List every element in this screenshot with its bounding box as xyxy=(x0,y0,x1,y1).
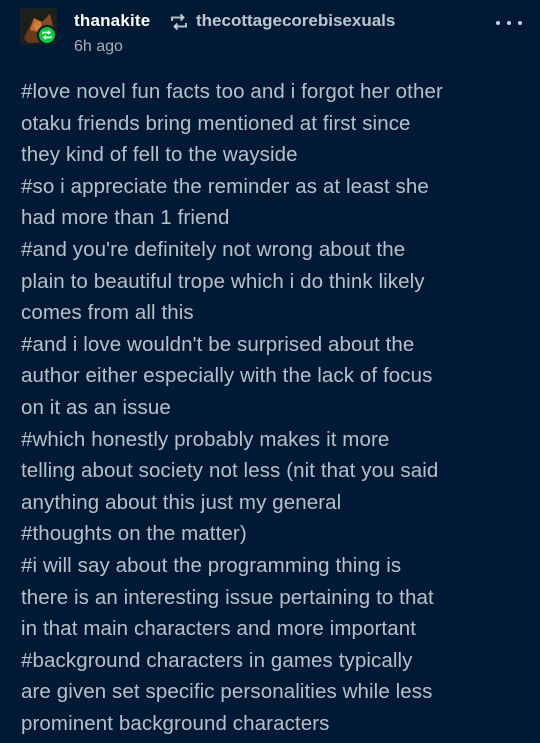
more-horizontal-icon xyxy=(518,21,522,25)
tag-line[interactable]: author either especially with the lack o… xyxy=(21,360,521,392)
reblog-icon xyxy=(169,13,189,31)
tag-list: #love novel fun facts too and i forgot h… xyxy=(21,76,521,739)
tag-line[interactable]: prominent background characters xyxy=(21,708,521,740)
tag-line[interactable]: anything about this just my general xyxy=(21,487,521,519)
tag-line[interactable]: #so i appreciate the reminder as at leas… xyxy=(21,171,521,203)
tag-line[interactable]: are given set specific personalities whi… xyxy=(21,676,521,708)
tag-line[interactable]: #and i love wouldn't be surprised about … xyxy=(21,329,521,361)
reblog-source-link[interactable]: thecottagecorebisexuals xyxy=(196,11,395,31)
tag-line[interactable]: had more than 1 friend xyxy=(21,202,521,234)
tag-line[interactable]: #which honestly probably makes it more xyxy=(21,424,521,456)
tag-line[interactable]: #love novel fun facts too and i forgot h… xyxy=(21,76,521,108)
tag-line[interactable]: comes from all this xyxy=(21,297,521,329)
reblog-badge-icon xyxy=(37,25,57,45)
tag-line[interactable]: #thoughts on the matter) xyxy=(21,518,521,550)
tag-line[interactable]: telling about society not less (nit that… xyxy=(21,455,521,487)
username-link[interactable]: thanakite xyxy=(74,11,150,31)
tag-line[interactable]: #i will say about the programming thing … xyxy=(21,550,521,582)
tag-line[interactable]: in that main characters and more importa… xyxy=(21,613,521,645)
more-options-button[interactable] xyxy=(496,17,522,29)
more-horizontal-icon xyxy=(507,21,511,25)
tag-line[interactable]: #and you're definitely not wrong about t… xyxy=(21,234,521,266)
tag-line[interactable]: they kind of fell to the wayside xyxy=(21,139,521,171)
tag-line[interactable]: there is an interesting issue pertaining… xyxy=(21,582,521,614)
more-horizontal-icon xyxy=(496,21,500,25)
post-timestamp[interactable]: 6h ago xyxy=(74,38,123,56)
tag-line[interactable]: #background characters in games typicall… xyxy=(21,645,521,677)
tag-line[interactable]: plain to beautiful trope which i do thin… xyxy=(21,266,521,298)
tag-line[interactable]: otaku friends bring mentioned at first s… xyxy=(21,108,521,140)
tag-line[interactable]: on it as an issue xyxy=(21,392,521,424)
post-header: thanakite thecottagecorebisexuals 6h ago xyxy=(0,0,540,68)
